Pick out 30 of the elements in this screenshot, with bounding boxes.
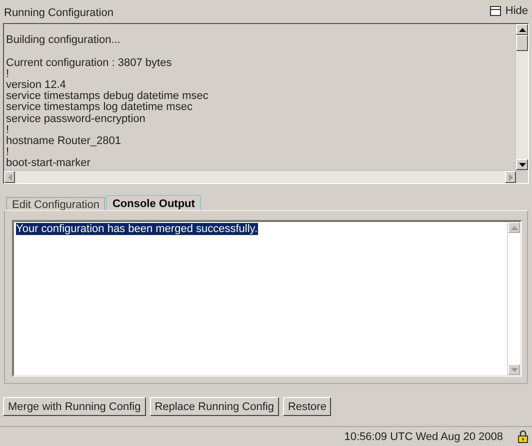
config-line: service password-encryption bbox=[6, 114, 146, 125]
config-line: ! bbox=[6, 124, 10, 136]
down-arrow-icon[interactable] bbox=[518, 162, 526, 166]
console-output-area[interactable]: Your configuration has been merged successfully. bbox=[12, 220, 522, 377]
config-line: service timestamps debug datetime msec bbox=[6, 91, 210, 102]
config-line: hostname Router_2801 bbox=[6, 136, 122, 147]
config-line: Current configuration : 3807 bytes bbox=[6, 56, 173, 69]
tab[interactable]: Edit Configuration bbox=[6, 197, 106, 210]
horizontal-scrollbar[interactable] bbox=[4, 170, 528, 183]
config-line: ! bbox=[6, 147, 10, 158]
config-line: boot-start-marker bbox=[6, 158, 92, 170]
window-icon bbox=[490, 6, 502, 16]
action-button[interactable]: Replace Running Config bbox=[150, 397, 279, 416]
up-arrow-icon[interactable] bbox=[518, 28, 526, 32]
action-button[interactable]: Merge with Running Config bbox=[3, 397, 146, 416]
config-text-area[interactable] bbox=[3, 23, 529, 184]
scrollbar-thumb[interactable] bbox=[516, 35, 528, 51]
config-line: service timestamps log datetime msec bbox=[6, 102, 194, 114]
panel-title: Running Configuration bbox=[4, 7, 114, 19]
left-arrow-icon[interactable] bbox=[8, 174, 12, 180]
hide-button[interactable]: Hide bbox=[490, 5, 528, 17]
vertical-scrollbar[interactable] bbox=[515, 24, 528, 170]
config-line: ! bbox=[6, 68, 10, 80]
status-time: 10:56:09 UTC Wed Aug 20 2008 bbox=[344, 430, 503, 442]
tab[interactable]: Console Output bbox=[106, 195, 201, 210]
config-line: Building configuration... bbox=[6, 33, 122, 46]
right-arrow-icon[interactable] bbox=[508, 174, 512, 180]
console-message: Your configuration has been merged successfully. bbox=[16, 223, 258, 235]
action-button[interactable]: Restore bbox=[282, 397, 332, 416]
config-line: version 12.4 bbox=[6, 80, 67, 91]
